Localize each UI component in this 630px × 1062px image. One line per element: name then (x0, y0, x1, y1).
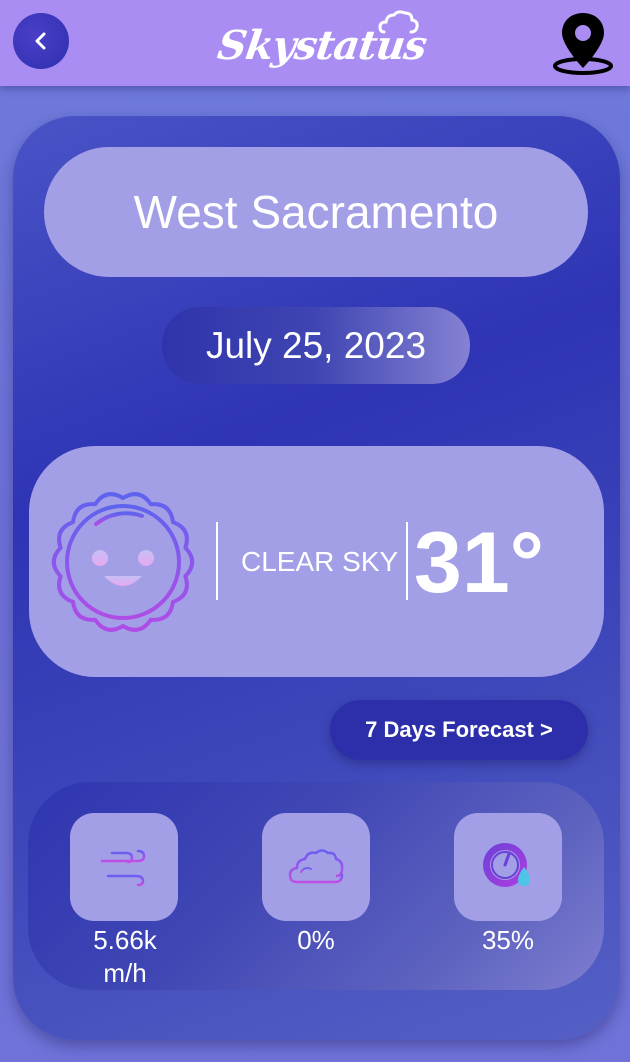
wind-speed-value: 5.66k m/h (55, 924, 195, 990)
date-label: July 25, 2023 (162, 307, 470, 384)
wind-icon (100, 849, 146, 887)
back-button[interactable] (13, 13, 69, 69)
humidity-stat-box (454, 813, 562, 921)
weather-divider-left (216, 522, 218, 600)
cloud-icon (288, 849, 344, 884)
weather-divider-right (406, 522, 408, 600)
map-pin-icon (553, 13, 613, 75)
location-button[interactable] (550, 10, 616, 76)
app-logo: Skystatus (210, 6, 429, 76)
cloud-stat-box (262, 813, 370, 921)
chevron-left-icon (35, 32, 46, 50)
humidity-value: 35% (481, 925, 535, 955)
temperature: 31° (414, 515, 545, 611)
logo-text: Skystatus (214, 22, 430, 69)
seven-days-forecast-button[interactable]: 7 Days Forecast > (330, 700, 588, 760)
wind-speed-text: 5.66k m/h (93, 925, 157, 988)
wind-stat-box (70, 813, 178, 921)
smiling-sun-icon (44, 484, 202, 640)
cloudiness-value: 0% (297, 925, 335, 955)
weather-condition: CLEAR SKY (241, 546, 399, 577)
humidity-gauge-icon (483, 843, 530, 887)
city-name: West Sacramento (44, 147, 588, 277)
